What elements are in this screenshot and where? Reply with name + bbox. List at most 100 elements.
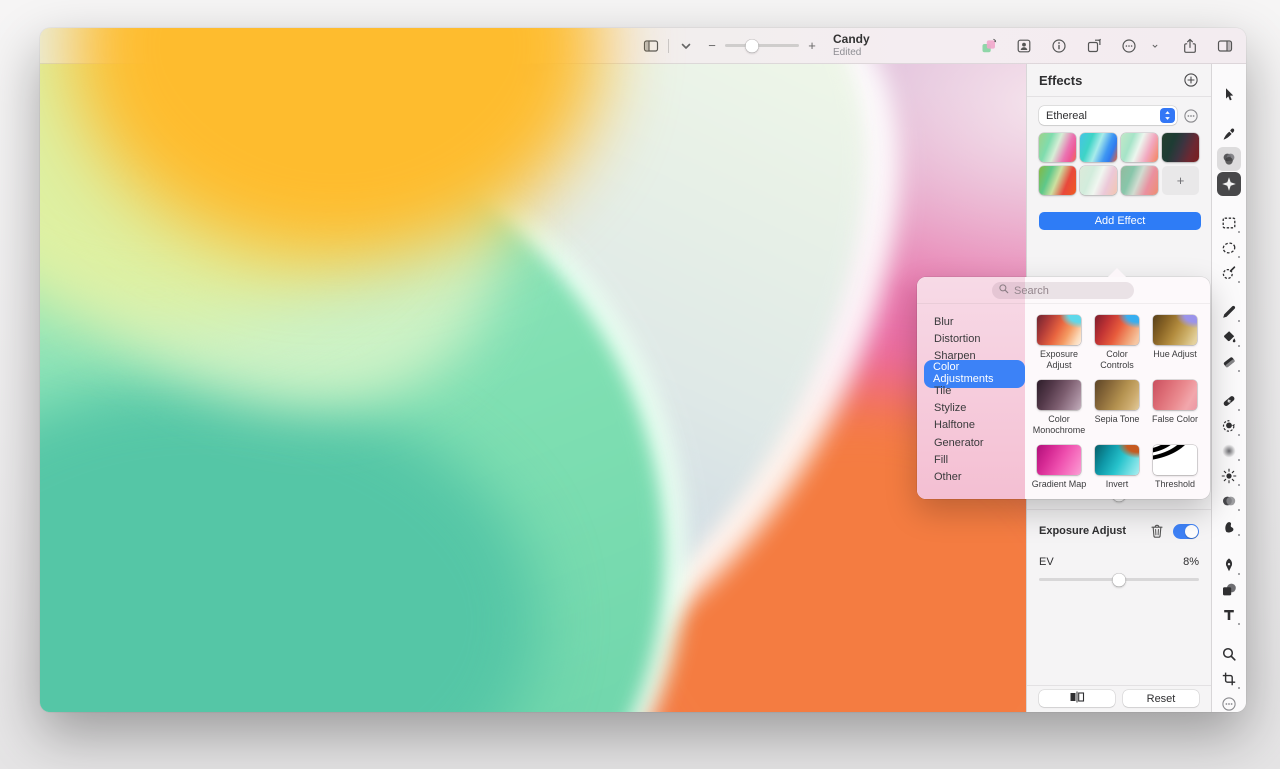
effect-preset-6-thumbnail[interactable] (1080, 166, 1117, 195)
effect-enabled-toggle[interactable] (1173, 524, 1199, 539)
preset-grid: + (1039, 133, 1199, 195)
preset-more-button[interactable] (1183, 108, 1199, 124)
zoom-out-button[interactable]: − (705, 38, 719, 53)
canvas-zoom-slider[interactable] (725, 44, 799, 47)
info-icon[interactable] (1048, 36, 1070, 56)
titlebar-actions (978, 36, 1236, 56)
category-distortion[interactable]: Distortion (917, 330, 1025, 347)
toggle-right-sidebar-icon[interactable] (1214, 36, 1236, 56)
color-adjustments-tool[interactable] (1217, 147, 1241, 171)
crop-icon (1221, 671, 1237, 687)
desaturate-tool[interactable] (1217, 489, 1241, 513)
effect-thumbnail-color-monochrome[interactable] (1037, 380, 1081, 410)
effect-thumbnail-threshold[interactable] (1153, 445, 1197, 475)
category-stylize[interactable]: Stylize (917, 399, 1025, 416)
effect-search-field[interactable] (992, 282, 1134, 299)
category-color-adjustments[interactable]: Color Adjustments (917, 365, 1025, 382)
effect-gradient-map[interactable]: Gradient Map (1030, 445, 1088, 499)
effect-preset-3-thumbnail[interactable] (1121, 133, 1158, 162)
rectangular-selection-tool[interactable] (1217, 211, 1241, 235)
panel-divider (1027, 509, 1211, 510)
category-generator[interactable]: Generator (917, 434, 1025, 451)
type-tool[interactable] (1217, 603, 1241, 627)
effect-label: Invert (1089, 479, 1145, 490)
chevron-down-icon[interactable] (675, 36, 697, 56)
free-selection-tool[interactable] (1217, 236, 1241, 260)
category-halftone[interactable]: Halftone (917, 417, 1025, 434)
effect-thumbnail-gradient-map[interactable] (1037, 445, 1081, 475)
effect-threshold[interactable]: Threshold (1146, 445, 1204, 499)
effect-invert[interactable]: Invert (1088, 445, 1146, 499)
paint-bucket-icon (1221, 329, 1237, 345)
add-preset-collection-button[interactable] (1183, 72, 1199, 88)
zoom-tool[interactable] (1217, 642, 1241, 666)
effect-thumbnail-sepia-tone[interactable] (1095, 380, 1139, 410)
effect-preset-4-thumbnail[interactable] (1162, 133, 1199, 162)
more-tools-button[interactable] (1217, 692, 1241, 712)
category-blur[interactable]: Blur (917, 313, 1025, 330)
more-options-icon[interactable] (1118, 36, 1140, 56)
color-swatches-icon[interactable] (978, 36, 1000, 56)
transform-icon[interactable] (1083, 36, 1105, 56)
category-other[interactable]: Other (917, 469, 1025, 486)
add-effect-button[interactable]: Add Effect (1039, 212, 1201, 230)
effect-thumbnail-exposure-adjust[interactable] (1037, 315, 1081, 345)
select-brush-tool[interactable] (1217, 122, 1241, 146)
toggle-left-sidebar-icon[interactable] (640, 36, 662, 56)
smart-selection-tool[interactable] (1217, 261, 1241, 285)
effect-preset-1-thumbnail[interactable] (1039, 133, 1076, 162)
effect-false-color[interactable]: False Color (1146, 380, 1204, 445)
effect-preset-2-thumbnail[interactable] (1080, 133, 1117, 162)
erase-tool[interactable] (1217, 350, 1241, 374)
add-preset-button[interactable]: + (1162, 166, 1199, 195)
effect-color-monochrome[interactable]: Color Monochrome (1030, 380, 1088, 445)
shapes-tool[interactable] (1217, 578, 1241, 602)
more-options-chevron-icon[interactable] (1144, 36, 1166, 56)
sharpen-tool[interactable] (1217, 464, 1241, 488)
fill-tool[interactable] (1217, 325, 1241, 349)
effect-color-controls[interactable]: Color Controls (1088, 315, 1146, 380)
category-label: Distortion (934, 333, 980, 345)
effect-preset-7-thumbnail[interactable] (1121, 166, 1158, 195)
canvas-zoom-slider-thumb[interactable] (745, 39, 758, 52)
category-fill[interactable]: Fill (917, 451, 1025, 468)
trash-icon[interactable] (1149, 523, 1165, 539)
share-icon[interactable] (1179, 36, 1201, 56)
ev-slider-thumb[interactable] (1113, 573, 1126, 586)
pen-tool[interactable] (1217, 553, 1241, 577)
ev-slider[interactable] (1039, 578, 1199, 581)
paint-tool[interactable] (1217, 300, 1241, 324)
add-effect-popup: BlurDistortionSharpenColor AdjustmentsTi… (917, 277, 1210, 499)
minimize-button[interactable] (72, 28, 602, 261)
clone-stamp-icon (1221, 418, 1237, 434)
smudge-tool[interactable] (1217, 514, 1241, 538)
blur-tool[interactable] (1217, 439, 1241, 463)
effects-tool[interactable] (1217, 172, 1241, 196)
popup-arrow (1108, 268, 1126, 277)
zoom-in-button[interactable]: + (805, 38, 819, 53)
category-label: Color Adjustments (924, 360, 1025, 388)
effect-grid: Exposure AdjustColor ControlsHue Adjust C… (1025, 304, 1210, 499)
eraser-icon (1221, 354, 1237, 370)
crop-tool[interactable] (1217, 667, 1241, 691)
reset-button[interactable]: Reset (1123, 690, 1199, 707)
search-input[interactable] (1014, 285, 1124, 297)
effect-exposure-adjust[interactable]: Exposure Adjust (1030, 315, 1088, 380)
portrait-icon[interactable] (1013, 36, 1035, 56)
effect-thumbnail-color-controls[interactable] (1095, 315, 1139, 345)
effect-preset-5-thumbnail[interactable] (1039, 166, 1076, 195)
preset-dropdown[interactable]: Ethereal (1039, 106, 1177, 125)
compare-button[interactable] (1039, 690, 1115, 707)
clone-tool[interactable] (1217, 414, 1241, 438)
effect-name: Exposure Adjust (1039, 525, 1126, 537)
effect-thumbnail-false-color[interactable] (1153, 380, 1197, 410)
arrange-tool[interactable] (1217, 83, 1241, 107)
pencil-icon (1221, 304, 1237, 320)
effect-sepia-tone[interactable]: Sepia Tone (1088, 380, 1146, 445)
effect-thumbnail-hue-adjust[interactable] (1153, 315, 1197, 345)
effect-thumbnail-invert[interactable] (1095, 445, 1139, 475)
effect-hue-adjust[interactable]: Hue Adjust (1146, 315, 1204, 380)
repair-tool[interactable] (1217, 389, 1241, 413)
effect-label: Threshold (1147, 479, 1203, 490)
dashed-wand-icon (1221, 265, 1237, 281)
